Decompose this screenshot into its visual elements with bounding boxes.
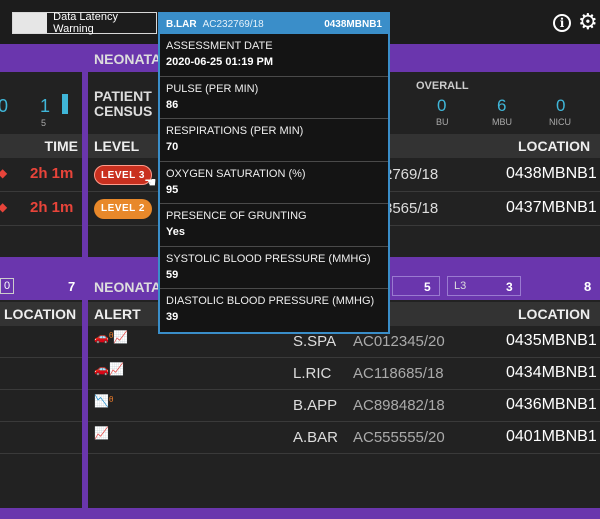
alert-icon: ◆ — [0, 200, 8, 214]
level-header: LEVEL — [94, 138, 140, 154]
popup-item: DIASTOLIC BLOOD PRESSURE (MMHG) 39 — [160, 289, 388, 332]
unit-count-nicu: 0 — [556, 96, 566, 115]
popup-item-label: RESPIRATIONS (PER MIN) — [166, 125, 304, 137]
location-value: 0436MBNB1 — [506, 396, 597, 413]
patient-vitals-popup[interactable]: B.LAR AC232769/18 0438MBNB1 ASSESSMENT D… — [158, 12, 390, 334]
table-row[interactable]: ◆ 2h 1m — [0, 192, 82, 226]
table-row[interactable]: 🚗📈 L.RIC AC118685/18 0434MBNB1 — [88, 358, 600, 390]
patient-name: B.APP — [293, 397, 338, 414]
popup-item: PULSE (PER MIN) 86 — [160, 77, 388, 119]
count-b: 1 — [40, 96, 51, 116]
patient-id: AC555555/20 — [353, 429, 445, 446]
location-value: 0438MBNB1 — [506, 165, 597, 182]
popup-item: ASSESSMENT DATE 2020-06-25 01:19 PM — [160, 34, 388, 77]
popup-item-label: SYSTOLIC BLOOD PRESSURE (MMHG) — [166, 252, 371, 265]
count-sub: 5 — [41, 118, 47, 128]
popup-id: AC232769/18 — [202, 18, 264, 30]
patient-id: AC118685/18 — [353, 365, 444, 382]
table-row[interactable] — [0, 422, 82, 454]
census-title: NEONATA — [94, 51, 162, 67]
patient-id: 2769/18 — [384, 166, 439, 183]
vitals-alert-icon: 🚗ᶿ📈 — [94, 330, 129, 344]
popup-item-label: PRESENCE OF GRUNTING — [166, 210, 307, 222]
total-count: 7 — [68, 279, 76, 294]
patient-id: AC898482/18 — [353, 397, 445, 414]
popup-item-value: 2020-06-25 01:19 PM — [166, 56, 274, 68]
alerts-total: 8 — [584, 279, 592, 294]
patient-name: L.RIC — [293, 365, 332, 382]
popup-item: OXYGEN SATURATION (%) 95 — [160, 162, 388, 204]
overall-label: OVERALL — [416, 80, 469, 92]
level-badge[interactable]: LEVEL 2 — [94, 199, 152, 219]
left-top-panel: 0 1 5 TIME ◆ 2h 1m ◆ 2h 1m — [0, 72, 82, 257]
latency-swatch — [13, 13, 48, 33]
popup-item-value: 70 — [166, 141, 179, 153]
data-latency-warning[interactable]: Data Latency Warning — [12, 11, 157, 35]
patient-id: 3565/18 — [384, 200, 439, 217]
location-header: LOCATION — [0, 302, 82, 326]
popup-item-value: 59 — [166, 268, 179, 281]
filter-tab-l3[interactable]: L3 3 — [447, 276, 521, 296]
location-value: 0437MBNB1 — [506, 199, 597, 216]
census-label-1: PATIENT — [94, 88, 152, 104]
filter-tab-count: 3 — [506, 280, 513, 294]
popup-item: RESPIRATIONS (PER MIN) 70 — [160, 119, 388, 162]
popup-item-label: OXYGEN SATURATION (%) — [166, 167, 306, 180]
mouse-cursor-icon: ☚ — [144, 174, 157, 190]
popup-item-value: 86 — [166, 98, 179, 111]
count-bar — [62, 94, 68, 114]
count-a: 0 — [0, 96, 9, 116]
popup-header: B.LAR AC232769/18 0438MBNB1 — [160, 14, 388, 34]
alert-header: ALERT — [94, 306, 141, 322]
popup-patient: B.LAR — [166, 18, 197, 30]
popup-item-label: ASSESSMENT DATE — [166, 40, 273, 52]
filter-tab-a[interactable]: 5 — [392, 276, 440, 296]
popup-item-label: DIASTOLIC BLOOD PRESSURE (MMHG) — [166, 295, 375, 307]
filter-tab-label: L3 — [454, 280, 467, 292]
vitals-alert-icon: 🚗📈 — [94, 362, 124, 376]
popup-item-value: Yes — [166, 226, 185, 238]
vitals-alert-icon: 📉ᶿ — [94, 394, 114, 408]
table-row[interactable] — [0, 326, 82, 358]
alert-icon: ◆ — [0, 166, 8, 180]
unit-name-mbu: MBU — [492, 117, 512, 127]
alerts-title: NEONATA — [94, 279, 162, 295]
location-value: 0434MBNB1 — [506, 364, 597, 381]
location-header: LOCATION — [518, 138, 591, 154]
time-value: 2h 1m — [30, 165, 74, 182]
table-row[interactable]: 📉ᶿ B.APP AC898482/18 0436MBNB1 — [88, 390, 600, 422]
location-header: LOCATION — [518, 306, 591, 322]
unit-name-bu: BU — [436, 117, 449, 127]
gear-icon[interactable]: ⚙ — [578, 11, 598, 33]
vitals-alert-icon: 📈 — [94, 426, 109, 440]
patient-id: AC012345/20 — [353, 333, 445, 350]
popup-item-value: 95 — [166, 183, 179, 196]
popup-item: SYSTOLIC BLOOD PRESSURE (MMHG) 59 — [160, 247, 388, 289]
patient-name: A.BAR — [293, 429, 339, 446]
popup-location: 0438MBNB1 — [324, 18, 382, 30]
location-value: 0435MBNB1 — [506, 332, 597, 349]
table-row[interactable]: 📈 A.BAR AC555555/20 0401MBNB1 — [88, 422, 600, 454]
patient-name: S.SPA — [293, 333, 337, 350]
filter-tab-count: 5 — [424, 280, 431, 294]
count-box: 0 — [0, 278, 14, 294]
popup-item: PRESENCE OF GRUNTING Yes — [160, 204, 388, 247]
info-icon[interactable]: i — [553, 14, 571, 32]
latency-label: Data Latency Warning — [53, 11, 118, 35]
location-value: 0401MBNB1 — [506, 428, 597, 445]
census-label-2: CENSUS — [94, 103, 153, 119]
left-bottom-panel: 0 7 LOCATION — [0, 272, 82, 508]
unit-count-bu: 0 — [437, 96, 447, 115]
unit-name-nicu: NICU — [549, 117, 571, 127]
time-value: 2h 1m — [30, 199, 74, 216]
popup-item-value: 39 — [166, 311, 179, 323]
unit-count-mbu: 6 — [497, 96, 507, 115]
table-row[interactable] — [0, 358, 82, 390]
table-row[interactable]: ◆ 2h 1m — [0, 158, 82, 192]
popup-item-label: PULSE (PER MIN) — [166, 82, 259, 95]
time-header: TIME — [0, 134, 82, 158]
table-row[interactable] — [0, 390, 82, 422]
